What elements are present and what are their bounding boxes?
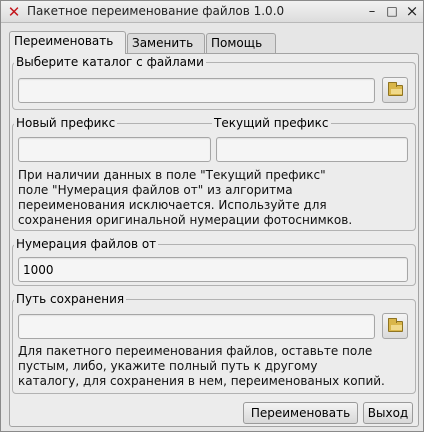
current-prefix-input[interactable]: [216, 137, 408, 162]
rename-button[interactable]: Переименовать: [243, 402, 358, 424]
close-icon[interactable]: ×: [404, 4, 420, 20]
save-path-label: Путь сохранения: [14, 292, 127, 306]
new-prefix-label: Новый префикс: [14, 116, 118, 130]
save-path-input[interactable]: [18, 314, 375, 339]
tab-help[interactable]: Помощь: [206, 33, 276, 53]
prefix-note: При наличии данных в поле "Текущий префи…: [18, 168, 353, 227]
minimize-icon[interactable]: –: [364, 4, 380, 20]
save-path-group: Путь сохранения Для пакетного переименов…: [12, 292, 416, 394]
x-icon: ✕: [7, 3, 21, 21]
tab-replace[interactable]: Заменить: [127, 33, 205, 53]
folder-icon: [388, 82, 403, 96]
window-title: Пакетное переименование файлов 1.0.0: [27, 4, 285, 18]
directory-browse-button[interactable]: [382, 77, 408, 103]
rename-panel: Выберите каталог с файлами Новый префикс…: [9, 53, 419, 427]
directory-label: Выберите каталог с файлами: [14, 55, 206, 69]
current-prefix-label: Текущий префикс: [212, 116, 331, 130]
save-path-browse-button[interactable]: [382, 313, 408, 339]
numbering-group: Нумерация файлов от: [12, 237, 416, 286]
tab-rename[interactable]: Переименовать: [9, 31, 126, 54]
maximize-icon[interactable]: □: [384, 4, 400, 20]
prefix-group: Новый префикс Текущий префикс При наличи…: [12, 116, 416, 231]
save-path-note: Для пакетного переименования файлов, ост…: [18, 344, 385, 388]
exit-button[interactable]: Выход: [363, 402, 413, 424]
numbering-input[interactable]: [18, 257, 408, 282]
new-prefix-input[interactable]: [18, 137, 211, 162]
folder-icon: [388, 318, 403, 332]
app-window: ✕ Пакетное переименование файлов 1.0.0 –…: [0, 0, 424, 432]
title-bar[interactable]: ✕ Пакетное переименование файлов 1.0.0 –…: [1, 1, 423, 23]
numbering-label: Нумерация файлов от: [14, 237, 159, 251]
directory-group: Выберите каталог с файлами: [12, 55, 416, 110]
directory-input[interactable]: [18, 78, 375, 103]
